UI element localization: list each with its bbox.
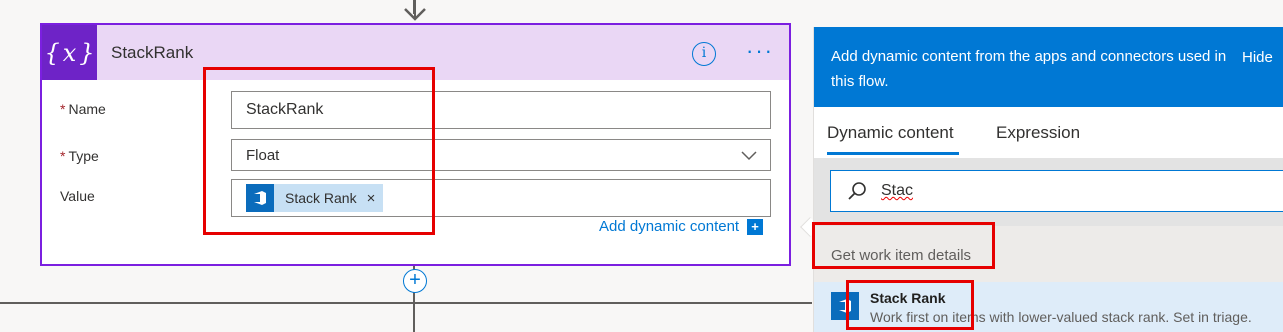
card-title: StackRank xyxy=(111,42,194,62)
value-label: Value xyxy=(60,188,95,204)
search-area: Stac xyxy=(814,158,1283,226)
name-label: * Name xyxy=(60,101,106,117)
panel-header: Add dynamic content from the apps and co… xyxy=(814,27,1283,107)
add-dynamic-content-link[interactable]: Add dynamic content + xyxy=(599,218,764,235)
highlight-box-item xyxy=(846,280,974,330)
hide-button[interactable]: Hide xyxy=(1242,45,1273,70)
type-label: * Type xyxy=(60,148,99,164)
panel-tabs: Dynamic content Expression xyxy=(814,107,1283,157)
panel-description: Add dynamic content from the apps and co… xyxy=(831,48,1227,90)
connector-line-horizontal xyxy=(0,302,812,304)
variable-icon: {x} xyxy=(42,25,97,80)
highlight-box-section xyxy=(812,222,995,269)
info-icon[interactable]: i xyxy=(692,42,716,66)
search-icon xyxy=(848,182,866,200)
connector-arrow-icon xyxy=(404,0,426,21)
chevron-down-icon xyxy=(741,151,757,161)
tab-dynamic-content[interactable]: Dynamic content xyxy=(827,123,959,155)
more-options-icon[interactable]: ··· xyxy=(746,40,774,62)
tab-expression[interactable]: Expression xyxy=(996,123,1080,143)
highlight-box-fields xyxy=(203,67,435,235)
add-icon: + xyxy=(747,218,764,235)
search-text: Stac xyxy=(881,182,914,199)
add-step-icon[interactable]: + xyxy=(403,269,427,293)
search-input[interactable]: Stac xyxy=(830,170,1283,212)
